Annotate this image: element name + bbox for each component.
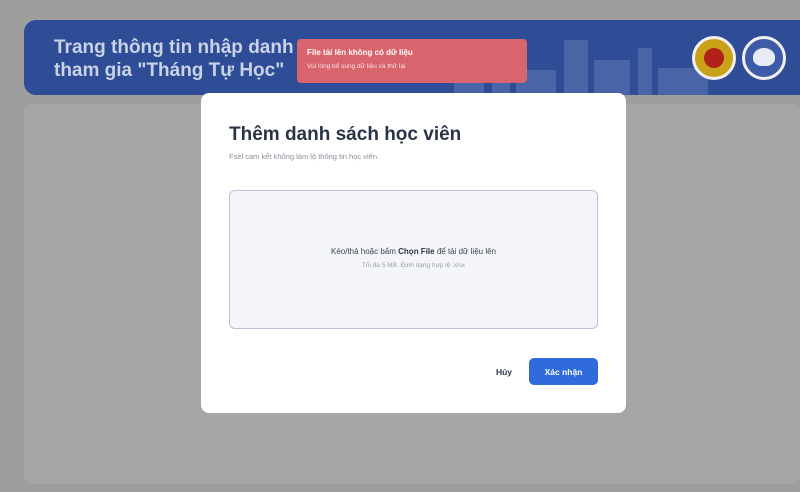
file-dropzone[interactable]: Kéo/thả hoặc bấm Chọn File để tải dữ liệ… [229,190,598,329]
cancel-button[interactable]: Hủy [480,361,528,383]
dropzone-text-before: Kéo/thả hoặc bấm [330,247,399,256]
add-students-modal: Thêm danh sách học viên Fsel cam kết khô… [201,93,626,413]
choose-file-link[interactable]: Chọn File [398,247,434,256]
toast-message: Vui lòng bổ sung dữ liệu và thử lại [307,63,406,70]
modal-subtitle: Fsel cam kết không làm lộ thông tin học … [229,152,380,161]
modal-title: Thêm danh sách học viên [229,124,462,145]
dropzone-hint: Tối đa 5 MB. Định dạng hợp lệ .xlsx [361,262,466,269]
youth-union-logo [742,36,786,80]
toast-title: File tải lên không có dữ liệu [307,48,413,57]
fsel-emblem-logo [692,36,736,80]
error-toast: File tải lên không có dữ liệu Vui lòng b… [297,39,527,83]
dropzone-instruction: Kéo/thả hoặc bấm Chọn File để tải dữ liệ… [230,247,597,256]
confirm-button[interactable]: Xác nhận [529,358,598,385]
dropzone-text-after: để tải dữ liệu lên [434,247,496,256]
